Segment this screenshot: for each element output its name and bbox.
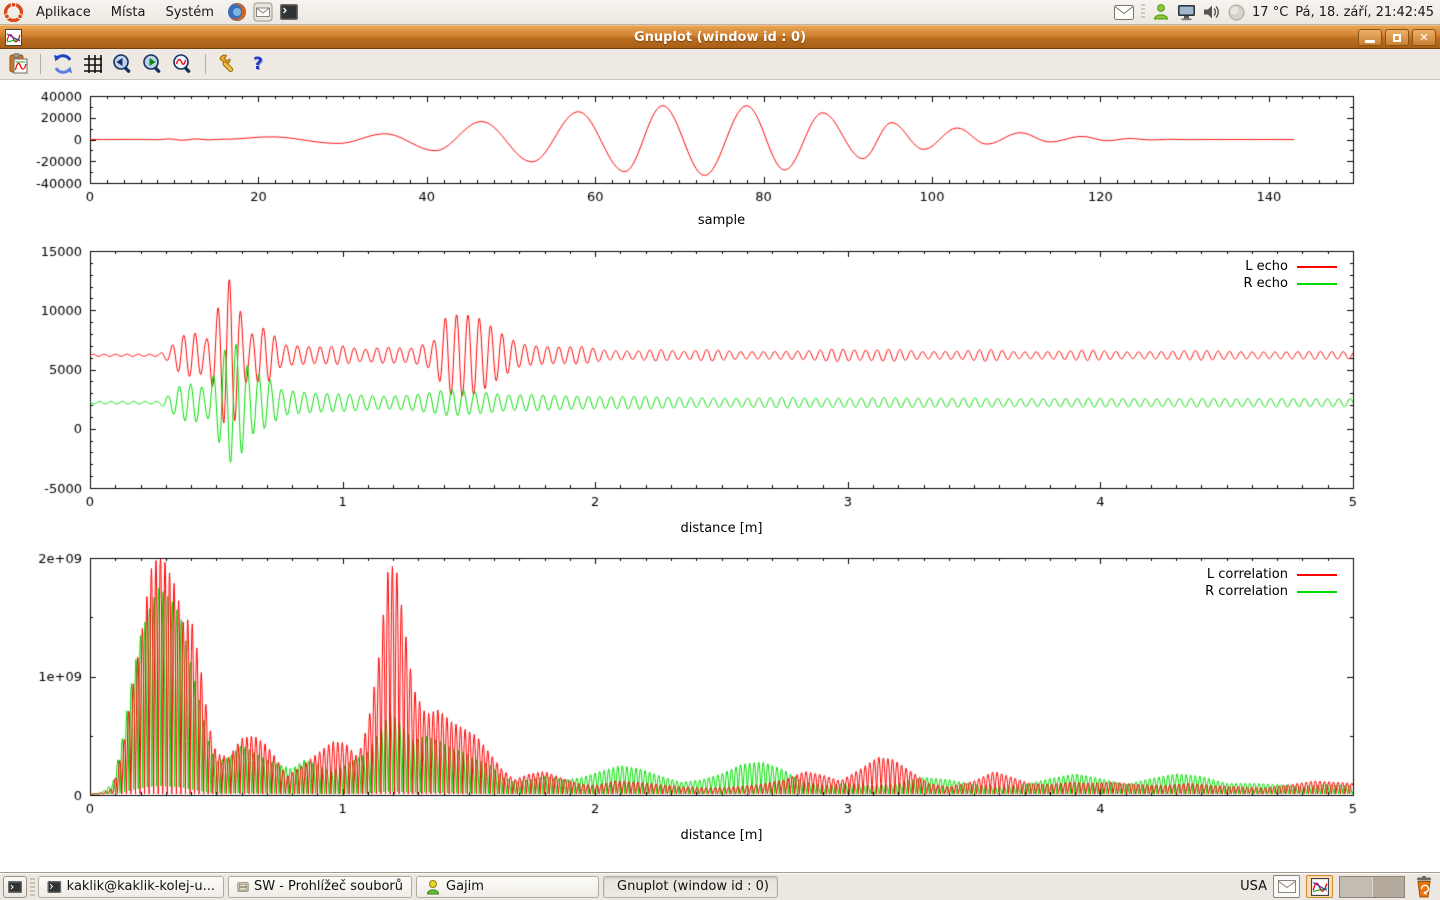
user-switcher-icon[interactable] bbox=[1152, 3, 1170, 21]
display-settings-icon[interactable] bbox=[1177, 4, 1196, 21]
bottom-panel: kaklik@kaklik-kolej-u... SW - Prohlížeč … bbox=[0, 872, 1440, 900]
close-icon: ✕ bbox=[1419, 32, 1428, 43]
zoom-next-icon bbox=[142, 53, 164, 75]
workspace-switcher bbox=[1339, 876, 1405, 898]
taskbar-button-terminal-label: kaklik@kaklik-kolej-u... bbox=[67, 879, 215, 894]
menu-applications[interactable]: Aplikace bbox=[26, 0, 101, 24]
taskbar-button-gajim-label: Gajim bbox=[446, 879, 484, 894]
taskbar-button-gajim[interactable]: Gajim bbox=[416, 876, 599, 898]
legend-label-r-echo: R echo bbox=[1243, 276, 1288, 291]
taskbar-button-file-browser-label: SW - Prohlížeč souborů bbox=[254, 879, 403, 894]
close-button[interactable]: ✕ bbox=[1412, 29, 1436, 46]
window-list-applet-button[interactable] bbox=[3, 876, 27, 898]
mail-launcher-icon[interactable] bbox=[252, 1, 274, 23]
refresh-icon bbox=[52, 53, 74, 75]
tray-gnuplot-button[interactable] bbox=[1306, 875, 1333, 898]
legend-line-l-correlation bbox=[1297, 574, 1337, 576]
zoom-reset-button[interactable] bbox=[171, 52, 195, 76]
trash-icon bbox=[1414, 876, 1434, 898]
mail-notification-icon[interactable] bbox=[1114, 5, 1134, 20]
clipboard-icon bbox=[7, 53, 29, 75]
envelope-icon bbox=[1278, 880, 1296, 893]
plot-canvas[interactable] bbox=[0, 80, 1440, 872]
minimize-button[interactable] bbox=[1358, 29, 1382, 46]
file-manager-icon bbox=[237, 879, 249, 895]
maximize-icon bbox=[1393, 34, 1401, 42]
gnuplot-toolbar: ? bbox=[0, 49, 1440, 80]
toggle-grid-button[interactable] bbox=[81, 52, 105, 76]
copy-to-clipboard-button[interactable] bbox=[6, 52, 30, 76]
window-list-icon bbox=[7, 879, 23, 895]
desktop: Aplikace Místa Systém bbox=[0, 0, 1440, 900]
menu-places-label: Místa bbox=[111, 5, 146, 20]
terminal-icon bbox=[47, 879, 62, 895]
zoom-next-button[interactable] bbox=[141, 52, 165, 76]
gnuplot-window-icon bbox=[5, 29, 22, 50]
help-icon: ? bbox=[253, 54, 263, 74]
legend-label-r-correlation: R correlation bbox=[1205, 584, 1288, 599]
weather-icon[interactable] bbox=[1228, 4, 1245, 21]
top-panel: Aplikace Místa Systém bbox=[0, 0, 1440, 25]
taskbar-button-file-browser[interactable]: SW - Prohlížeč souborů bbox=[228, 876, 412, 898]
workspace-1[interactable] bbox=[1340, 877, 1373, 897]
keyboard-layout-indicator[interactable]: USA bbox=[1240, 879, 1267, 894]
axis-label-distance-bottom: distance [m] bbox=[90, 828, 1353, 843]
replot-button[interactable] bbox=[51, 52, 75, 76]
gnuplot-titlebar[interactable]: Gnuplot (window id : 0) ✕ bbox=[0, 25, 1440, 49]
legend-line-r-correlation bbox=[1297, 591, 1337, 593]
menu-system-label: Systém bbox=[165, 5, 213, 20]
gnuplot-canvas-area: sample distance [m] distance [m] L echo … bbox=[0, 80, 1440, 872]
grid-icon bbox=[83, 54, 103, 74]
legend-line-r-echo bbox=[1297, 283, 1337, 285]
clock-label[interactable]: Pá, 18. září, 21:42:45 bbox=[1295, 5, 1434, 20]
wrench-icon bbox=[217, 53, 239, 75]
volume-icon[interactable] bbox=[1203, 4, 1221, 20]
axis-label-distance-middle: distance [m] bbox=[90, 521, 1353, 536]
menu-system[interactable]: Systém bbox=[155, 0, 223, 24]
zoom-reset-icon bbox=[172, 53, 194, 75]
trash-applet[interactable] bbox=[1411, 875, 1437, 899]
menu-places[interactable]: Místa bbox=[101, 0, 156, 24]
legend-label-l-echo: L echo bbox=[1245, 259, 1288, 274]
help-button[interactable]: ? bbox=[246, 52, 270, 76]
legend-row-l-correlation: L correlation bbox=[1207, 566, 1337, 583]
legend-row-r-echo: R echo bbox=[1243, 275, 1337, 292]
maximize-button[interactable] bbox=[1385, 29, 1409, 46]
toolbar-separator bbox=[40, 54, 41, 74]
panel-grip-handle[interactable] bbox=[1141, 4, 1145, 20]
axis-label-sample: sample bbox=[90, 213, 1353, 228]
toolbar-separator bbox=[205, 54, 206, 74]
taskbar-button-gnuplot[interactable]: Gnuplot (window id : 0) bbox=[603, 876, 778, 898]
taskbar-button-terminal[interactable]: kaklik@kaklik-kolej-u... bbox=[38, 876, 224, 898]
gnuplot-icon bbox=[1311, 878, 1329, 896]
legend-line-l-echo bbox=[1297, 266, 1337, 268]
legend-row-l-echo: L echo bbox=[1245, 258, 1337, 275]
firefox-launcher-icon[interactable] bbox=[226, 1, 248, 23]
minimize-icon bbox=[1365, 40, 1375, 43]
legend-correlation: L correlation R correlation bbox=[1205, 566, 1337, 600]
zoom-previous-button[interactable] bbox=[111, 52, 135, 76]
settings-button[interactable] bbox=[216, 52, 240, 76]
window-title: Gnuplot (window id : 0) bbox=[0, 30, 1440, 45]
taskbar-button-gnuplot-label: Gnuplot (window id : 0) bbox=[617, 879, 769, 894]
taskbar-grip-handle[interactable] bbox=[30, 878, 35, 896]
terminal-launcher-icon[interactable] bbox=[278, 1, 300, 23]
legend-echo: L echo R echo bbox=[1243, 258, 1337, 292]
temperature-label[interactable]: 17 °C bbox=[1252, 5, 1288, 20]
menu-applications-label: Aplikace bbox=[36, 5, 91, 20]
workspace-2[interactable] bbox=[1373, 877, 1405, 897]
gajim-icon bbox=[425, 879, 441, 895]
legend-label-l-correlation: L correlation bbox=[1207, 567, 1288, 582]
ubuntu-logo-icon[interactable] bbox=[2, 1, 24, 23]
legend-row-r-correlation: R correlation bbox=[1205, 583, 1337, 600]
zoom-previous-icon bbox=[112, 53, 134, 75]
tray-mail-button[interactable] bbox=[1273, 875, 1300, 898]
